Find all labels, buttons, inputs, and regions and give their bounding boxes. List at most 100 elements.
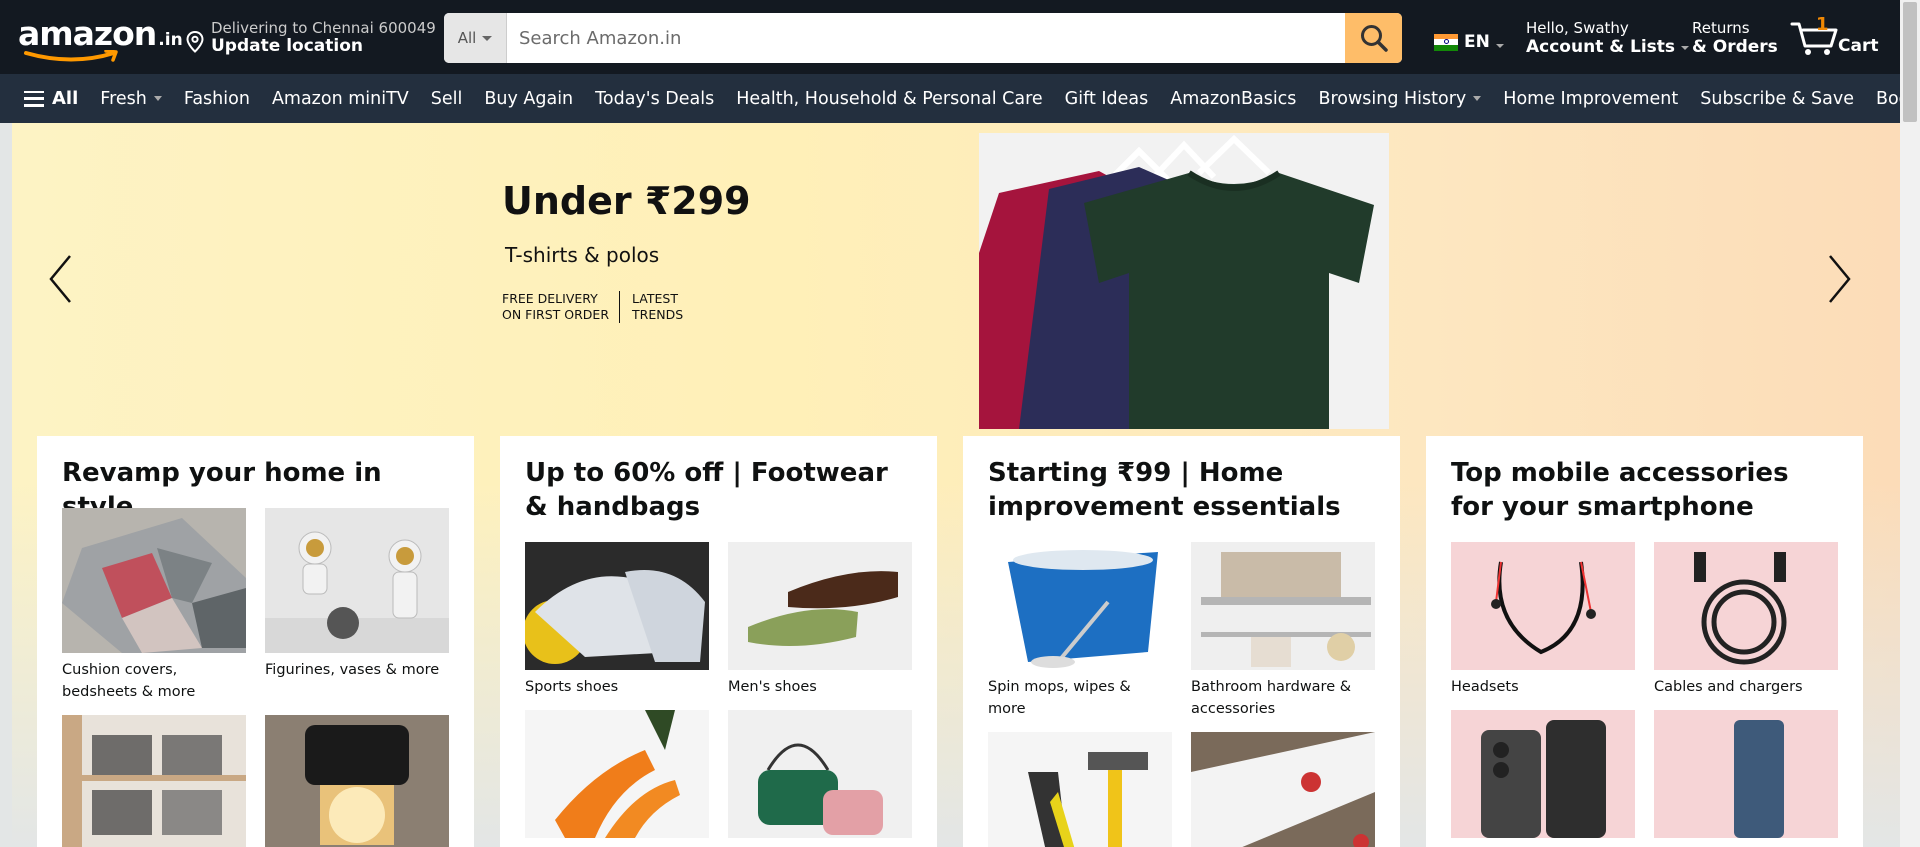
card-tile[interactable]: [1451, 710, 1635, 838]
heels-image: [525, 710, 709, 838]
nav-item-subscribe-save[interactable]: Subscribe & Save: [1700, 89, 1854, 109]
chevron-down-icon: [1473, 96, 1482, 101]
tile-caption: Spin mops, wipes & more: [988, 679, 1131, 717]
cart-button[interactable]: 1 Cart: [1790, 14, 1890, 58]
tile-caption: Cushion covers, bedsheets & more: [62, 662, 196, 700]
tile-caption: Headsets: [1451, 679, 1519, 695]
card-footwear-handbags: Up to 60% off | Footwear & handbags Spor…: [500, 436, 937, 847]
card-tile[interactable]: Men's shoes: [728, 542, 912, 698]
card-title[interactable]: Up to 60% off | Footwear & handbags: [525, 456, 912, 524]
hero-subtitle: T-shirts & polos: [505, 243, 660, 267]
search-category-dropdown[interactable]: All: [444, 13, 507, 63]
tile-caption: Men's shoes: [728, 679, 817, 695]
card-tile[interactable]: [62, 715, 246, 847]
card-grid: Spin mops, wipes & more Bathroom hardwar…: [988, 542, 1375, 847]
card-title[interactable]: Starting ₹99 | Home improvement essentia…: [988, 456, 1375, 524]
nav-item-minitv[interactable]: Amazon miniTV: [272, 89, 409, 109]
card-mobile-accessories: Top mobile accessories for your smartpho…: [1426, 436, 1863, 847]
scrollbar[interactable]: [1900, 0, 1920, 847]
card-title[interactable]: Top mobile accessories for your smartpho…: [1451, 456, 1838, 524]
account-lists-label: Account & Lists: [1526, 37, 1676, 57]
all-menu-button[interactable]: All: [24, 88, 78, 109]
smile-arrow-icon: [24, 50, 118, 62]
amazon-logo[interactable]: amazon .in: [18, 14, 183, 62]
wall-light-image: [265, 715, 449, 847]
card-grid: Sports shoes Men's shoes: [525, 542, 912, 838]
location-pin-icon: [186, 31, 204, 53]
deliver-to-text: Delivering to Chennai 600049: [211, 19, 436, 37]
nav-item-buy-again[interactable]: Buy Again: [484, 89, 573, 109]
delivery-location[interactable]: Delivering to Chennai 600049 Update loca…: [186, 17, 436, 57]
card-grid: Headsets Cables and chargers: [1451, 542, 1838, 838]
headsets-image: [1451, 542, 1635, 670]
card-tile[interactable]: Cables and chargers: [1654, 542, 1838, 698]
greeting-text: Hello, Swathy: [1526, 19, 1629, 37]
card-tile[interactable]: [1654, 710, 1838, 838]
update-location-text: Update location: [211, 36, 363, 56]
cart-icon: [1790, 22, 1838, 55]
card-tile[interactable]: Spin mops, wipes & more: [988, 542, 1172, 720]
storage-boxes-image: [62, 715, 246, 847]
bathroom-rack-image: [1191, 542, 1375, 670]
nav-item-home-improvement[interactable]: Home Improvement: [1503, 89, 1678, 109]
carousel-next-arrow-icon[interactable]: [1824, 253, 1854, 305]
tools-image: [988, 732, 1172, 847]
search-button[interactable]: [1345, 13, 1402, 63]
card-tile[interactable]: Cushion covers, bedsheets & more: [62, 508, 246, 703]
search-icon: [1360, 25, 1388, 52]
card-home-improvement: Starting ₹99 | Home improvement essentia…: [963, 436, 1400, 847]
carousel-prev-arrow-icon[interactable]: [46, 253, 76, 305]
spin-mop-image: [988, 542, 1172, 670]
tile-caption: Cables and chargers: [1654, 679, 1803, 695]
nav-item-health[interactable]: Health, Household & Personal Care: [736, 89, 1042, 109]
chevron-down-icon: [482, 35, 493, 41]
card-tile[interactable]: [1191, 732, 1375, 847]
cushion-image: [62, 508, 246, 653]
nav-item-gift-ideas[interactable]: Gift Ideas: [1065, 89, 1149, 109]
tshirts-image[interactable]: [979, 133, 1389, 429]
nav-bar: All Fresh Fashion Amazon miniTV Sell Buy…: [0, 74, 1920, 123]
mens-shoes-image: [728, 542, 912, 670]
cables-image: [1654, 542, 1838, 670]
chevron-down-icon: [1495, 44, 1504, 48]
tile-caption: Sports shoes: [525, 679, 619, 695]
card-tile[interactable]: Bathroom hardware & accessories: [1191, 542, 1375, 720]
card-tile[interactable]: Sports shoes: [525, 542, 709, 698]
top-header: amazon .in Delivering to Chennai 600049 U…: [0, 0, 1900, 74]
language-selector[interactable]: EN: [1434, 30, 1504, 54]
returns-orders-link[interactable]: Returns & Orders: [1692, 19, 1778, 57]
card-tile[interactable]: [988, 732, 1172, 847]
hero-tags: FREE DELIVERY ON FIRST ORDER LATEST TRENDS: [502, 291, 684, 323]
card-tile[interactable]: Figurines, vases & more: [265, 508, 449, 703]
hamburger-icon: [24, 90, 44, 107]
nav-item-amazonbasics[interactable]: AmazonBasics: [1170, 89, 1296, 109]
tile-caption: Bathroom hardware & accessories: [1191, 679, 1352, 717]
card-tile[interactable]: [265, 715, 449, 847]
nav-item-fresh[interactable]: Fresh: [100, 89, 162, 109]
power-bank-image: [1654, 710, 1838, 838]
chevron-down-icon: [1681, 46, 1690, 50]
account-menu[interactable]: Hello, Swathy Account & Lists: [1526, 19, 1690, 57]
hero-title: Under ₹299: [502, 179, 751, 223]
chevron-down-icon: [153, 96, 162, 101]
search-bar: All: [444, 13, 1402, 63]
scrollbar-thumb[interactable]: [1903, 2, 1917, 122]
sports-shoes-image: [525, 542, 709, 670]
card-tile[interactable]: [728, 710, 912, 838]
phone-cases-image: [1451, 710, 1635, 838]
card-tile[interactable]: Headsets: [1451, 542, 1635, 698]
tile-caption: Figurines, vases & more: [265, 662, 440, 678]
search-input[interactable]: [507, 13, 1341, 63]
nav-item-fashion[interactable]: Fashion: [184, 89, 250, 109]
nav-item-browsing-history[interactable]: Browsing History: [1318, 89, 1482, 109]
nav-item-todays-deals[interactable]: Today's Deals: [595, 89, 714, 109]
cart-label: Cart: [1838, 36, 1879, 56]
extension-board-image: [1191, 732, 1375, 847]
figurines-image: [265, 508, 449, 653]
india-flag-icon: [1434, 33, 1458, 51]
card-grid: Cushion covers, bedsheets & more Figurin…: [62, 508, 449, 847]
card-home-style: Revamp your home in style Cushion covers…: [37, 436, 474, 847]
card-tile[interactable]: [525, 710, 709, 838]
nav-item-sell[interactable]: Sell: [431, 89, 463, 109]
cart-count-badge: 1: [1816, 14, 1829, 35]
